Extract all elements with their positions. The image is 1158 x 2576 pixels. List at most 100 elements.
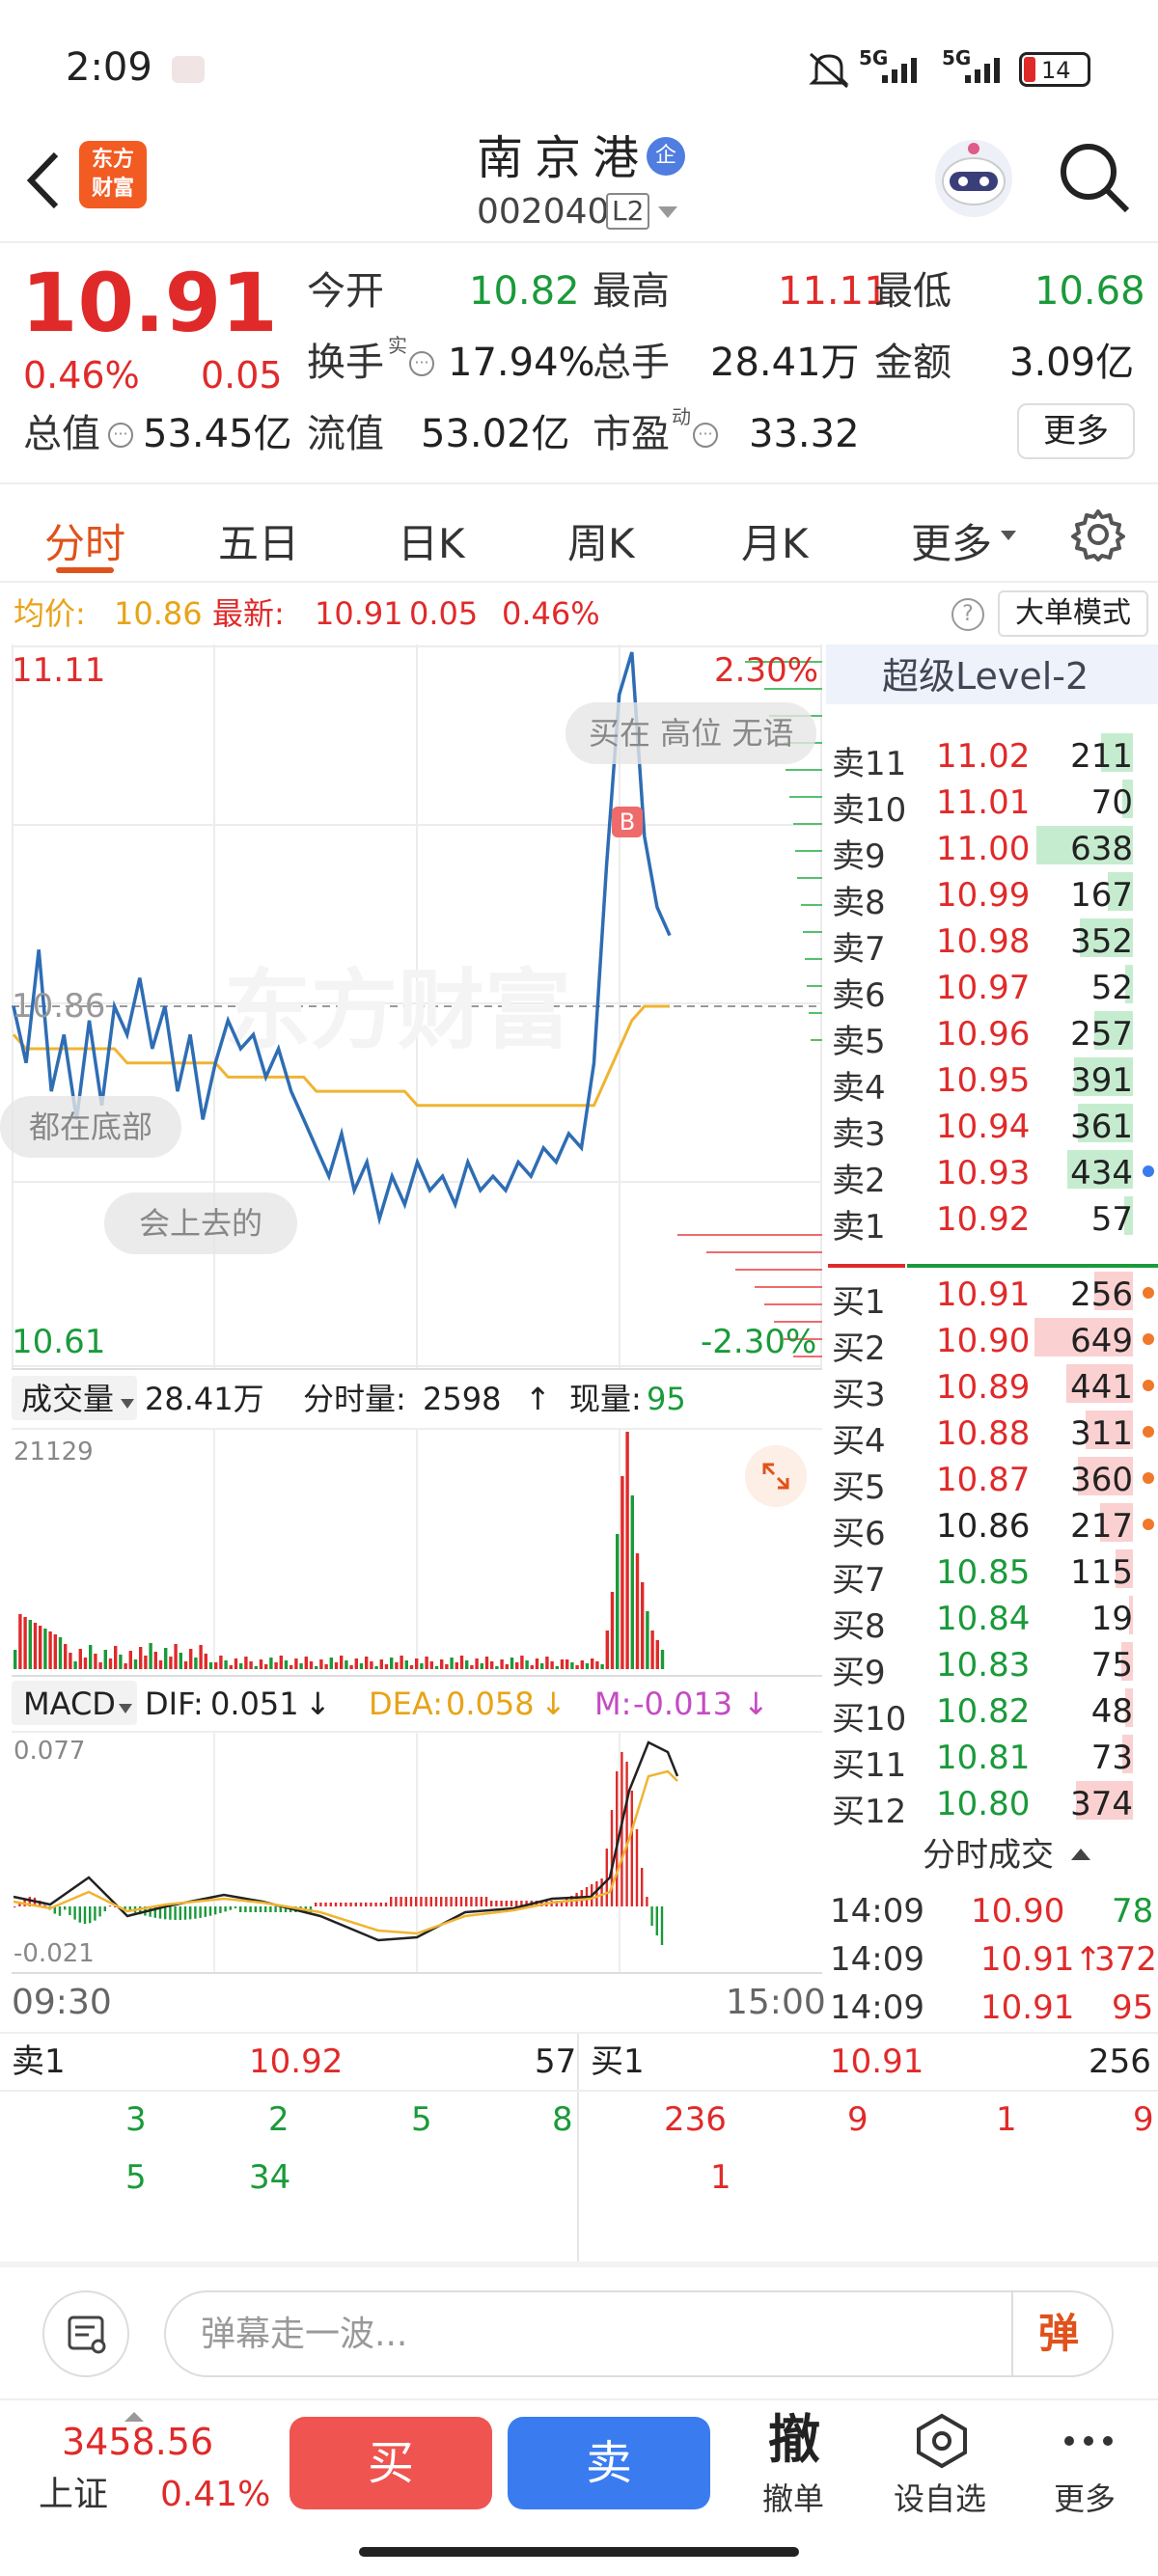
cancel-order-icon[interactable]: 撤 — [768, 2414, 820, 2466]
macd-bar — [224, 1906, 227, 1912]
macd-bar — [420, 1897, 423, 1906]
volume-bar — [395, 1662, 399, 1669]
add-watchlist-button[interactable]: 设自选 — [894, 2483, 986, 2514]
chevron-down-icon[interactable] — [120, 1395, 135, 1413]
tab-daily-k[interactable]: 日K — [398, 511, 465, 570]
sell-button[interactable]: 卖 — [508, 2417, 710, 2509]
comment-bubble: 会上去的 — [104, 1192, 298, 1254]
buy-marker[interactable]: B — [612, 807, 643, 837]
battery-icon: 14 — [1019, 52, 1090, 87]
sell-order-row[interactable]: 卖1 10.92 57 — [830, 1192, 1158, 1247]
help-icon[interactable]: ? — [951, 598, 984, 631]
sell-order-row[interactable]: 卖10 11.01 70 — [830, 776, 1158, 830]
danmu-input-box[interactable]: 弹幕走一波... 弹 — [164, 2290, 1114, 2377]
macd-bar — [445, 1897, 448, 1906]
sell-order-row[interactable]: 卖11 11.02 211 — [830, 729, 1158, 783]
buy-order-row[interactable]: 买6 10.86 217 — [830, 1499, 1158, 1553]
buy-order-row[interactable]: 买7 10.85 115 — [830, 1546, 1158, 1600]
back-icon[interactable] — [19, 147, 68, 218]
search-icon[interactable] — [1056, 139, 1133, 220]
volume-bar — [124, 1663, 127, 1669]
level-badge[interactable]: L2 — [606, 193, 650, 230]
x-axis-start: 09:30 — [12, 1983, 112, 2022]
order-volume: 434 — [1070, 1154, 1133, 1192]
volume-bar — [520, 1656, 524, 1669]
buy-order-row[interactable]: 买3 10.89 441 — [830, 1360, 1158, 1414]
buy-order-row[interactable]: 买5 10.87 360 — [830, 1453, 1158, 1507]
buy-order-row[interactable]: 买11 10.81 73 — [830, 1731, 1158, 1785]
macd-bar — [83, 1906, 87, 1924]
chevron-down-icon[interactable] — [118, 1700, 133, 1718]
volume-bar — [510, 1658, 514, 1669]
danmu-toggle-icon[interactable]: 弹 — [1038, 2314, 1079, 2354]
notes-icon[interactable] — [42, 2290, 129, 2377]
volume-bar — [139, 1647, 143, 1669]
tab-more[interactable]: 更多 — [911, 511, 992, 570]
large-order-dot — [1143, 1165, 1154, 1177]
order-volume: 70 — [1090, 783, 1133, 822]
big-order-mode-button[interactable]: 大单模式 — [998, 590, 1148, 637]
cancel-order-button[interactable]: 撤单 — [762, 2483, 824, 2514]
tab-five-day[interactable]: 五日 — [218, 511, 299, 570]
more-menu-button[interactable]: 更多 — [1054, 2483, 1116, 2514]
volume-bar — [290, 1665, 293, 1669]
buy-order-row[interactable]: 买4 10.88 311 — [830, 1407, 1158, 1461]
sell-order-row[interactable]: 卖9 11.00 638 — [830, 822, 1158, 876]
robot-avatar-icon[interactable] — [930, 135, 1017, 226]
index-name[interactable]: 上证 — [39, 2478, 108, 2512]
volume-bar — [600, 1664, 604, 1669]
buy-order-row[interactable]: 买2 10.90 649 — [830, 1314, 1158, 1368]
info-icon[interactable]: ··· — [693, 423, 718, 448]
chevron-up-icon[interactable] — [1069, 1847, 1092, 1866]
danmu-input[interactable]: 弹幕走一波... — [201, 2317, 407, 2352]
trades-title[interactable]: 分时成交 — [923, 1839, 1054, 1872]
index-change[interactable]: 0.41% — [160, 2478, 270, 2512]
sell-order-row[interactable]: 卖7 10.98 352 — [830, 915, 1158, 969]
info-icon[interactable]: ··· — [108, 423, 133, 448]
index-value[interactable]: 3458.56 — [62, 2424, 213, 2460]
macd-bar — [515, 1901, 518, 1906]
buy-order-row[interactable]: 买10 10.82 48 — [830, 1685, 1158, 1739]
more-dots-icon[interactable] — [1062, 2431, 1116, 2454]
tab-intraday[interactable]: 分时 — [44, 511, 125, 570]
buy-order-row[interactable]: 买9 10.83 75 — [830, 1638, 1158, 1692]
tab-weekly-k[interactable]: 周K — [567, 511, 635, 570]
tab-monthly-k[interactable]: 月K — [741, 511, 809, 570]
add-watchlist-icon[interactable] — [913, 2412, 971, 2474]
macd-bar — [345, 1903, 347, 1906]
order-volume: 256 — [1070, 1275, 1133, 1314]
queue-buy-item: 236 — [664, 2100, 727, 2139]
sell-order-row[interactable]: 卖8 10.99 167 — [830, 868, 1158, 922]
info-icon[interactable]: ··· — [409, 351, 434, 376]
gear-icon[interactable] — [1071, 507, 1125, 565]
sell-order-row[interactable]: 卖3 10.94 361 — [830, 1100, 1158, 1154]
sell-order-row[interactable]: 卖5 10.96 257 — [830, 1007, 1158, 1061]
macd-bar — [635, 1829, 639, 1906]
buy-order-row[interactable]: 买8 10.84 19 — [830, 1592, 1158, 1646]
expand-icon[interactable] — [745, 1445, 807, 1507]
current-price: 10.91 — [21, 256, 278, 350]
sell-order-row[interactable]: 卖4 10.95 391 — [830, 1054, 1158, 1108]
sell-order-row[interactable]: 卖6 10.97 52 — [830, 961, 1158, 1015]
volume-bar — [133, 1659, 138, 1669]
macd-bar — [484, 1897, 488, 1906]
macd-bar — [324, 1903, 327, 1906]
battery-level: 14 — [1041, 57, 1071, 84]
order-volume: 311 — [1070, 1414, 1133, 1453]
volume-bar — [284, 1660, 289, 1669]
divider — [577, 2034, 579, 2261]
large-order-dot — [1143, 1658, 1154, 1669]
intraday-chart[interactable]: 东方财富 11.11 10.86 10.61 2.30% -2.30% 买在 高… — [0, 644, 822, 1368]
macd-bar — [395, 1897, 398, 1906]
buy-order-row[interactable]: 买12 10.80 374 — [830, 1777, 1158, 1831]
macd-bar — [374, 1903, 377, 1906]
sell-order-row[interactable]: 卖2 10.93 434 — [830, 1146, 1158, 1200]
volume-bar — [340, 1656, 344, 1669]
buy-order-row[interactable]: 买1 10.91 256 — [830, 1268, 1158, 1322]
volume-bar — [345, 1660, 348, 1669]
buy-button[interactable]: 买 — [290, 2417, 492, 2509]
volume-bar — [365, 1657, 369, 1669]
more-button[interactable]: 更多 — [1017, 403, 1135, 459]
chevron-down-icon[interactable] — [656, 205, 679, 224]
volume-bar — [610, 1592, 615, 1669]
